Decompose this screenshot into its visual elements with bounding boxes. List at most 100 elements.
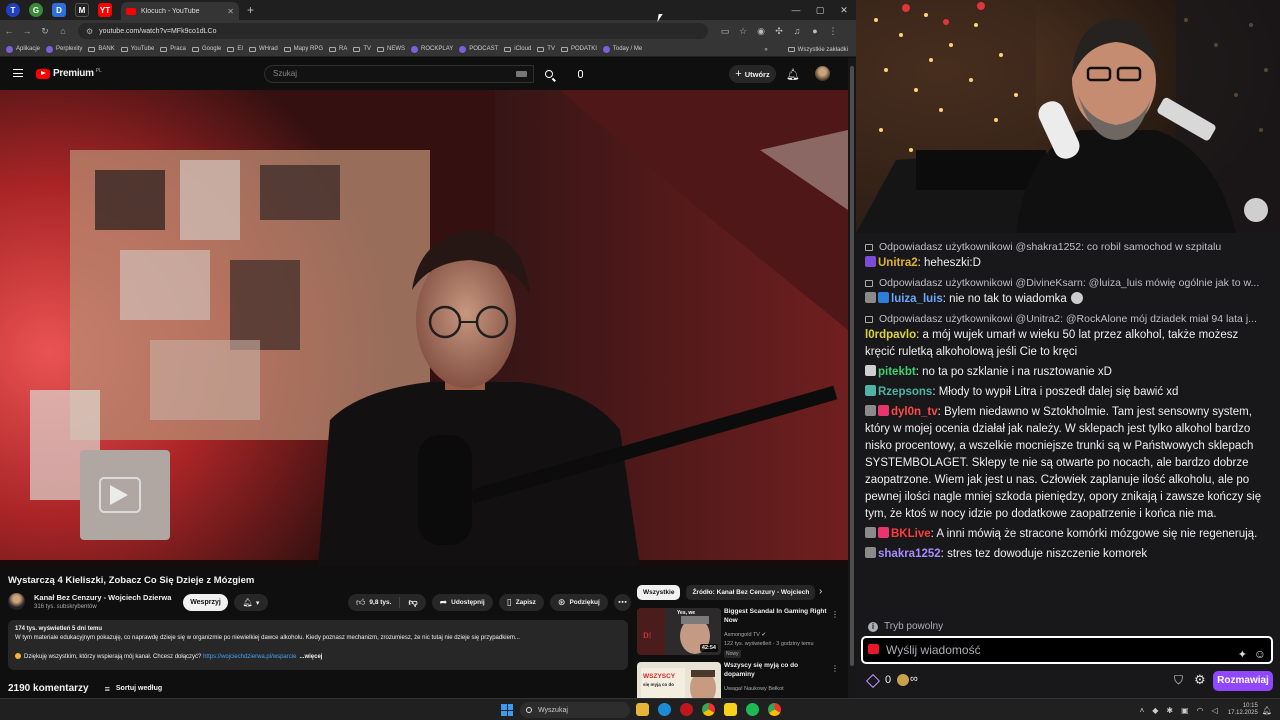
chrome-icon[interactable] [702, 703, 715, 716]
support-button[interactable]: Wesprzyj [183, 594, 228, 611]
bookmark-item[interactable]: iCloud [504, 46, 531, 52]
recommendation-title[interactable]: Wszyscy się myją co do dopaminy [724, 662, 828, 679]
voice-search-button[interactable] [570, 65, 590, 83]
search-input[interactable]: Szukaj [264, 65, 534, 83]
pinned-tab-5[interactable]: YT [98, 3, 112, 17]
chat-username[interactable]: shakra1252 [878, 548, 941, 560]
chat-message[interactable]: luiza_luis: nie no tak to wiadomka [856, 291, 1272, 308]
bookmark-item[interactable]: YouTube [120, 46, 154, 52]
recommendation-channel[interactable]: Uwaga! Naukowy Bełkot [724, 686, 784, 692]
bookmark-item[interactable]: TV [537, 46, 555, 52]
bookmark-item[interactable]: Today / Me [602, 45, 642, 53]
user-badge-icon[interactable] [865, 292, 876, 303]
youtube-logo[interactable]: Premium PL [36, 68, 102, 79]
chat-username[interactable]: luiza_luis [891, 293, 943, 305]
bookmark-item[interactable]: TV [353, 46, 371, 52]
bookmark-item[interactable]: NEWS [377, 46, 405, 52]
subscribed-bell-button[interactable]: 🔔︎ ▾ [234, 594, 268, 611]
extension-icon[interactable]: ◉ [752, 26, 770, 37]
chat-message[interactable]: pitekbt: no ta po szklanie i na rusztowa… [856, 364, 1272, 381]
bookmark-item[interactable]: Google [191, 46, 221, 52]
home-icon[interactable]: ⌂ [54, 26, 72, 36]
pinned-tab-4[interactable]: M [75, 3, 89, 17]
media-icon[interactable]: ♫ [788, 26, 806, 36]
shield-icon[interactable]: ⛉ [1174, 673, 1183, 688]
channel-points-icon[interactable] [865, 673, 881, 689]
chat-message[interactable]: shakra1252: stres tez dowoduje niszczeni… [856, 546, 1272, 563]
tab-youtube[interactable]: Klocuch - YouTube ✕ [121, 2, 239, 20]
puzzle-icon[interactable]: ✣ [770, 26, 788, 37]
support-link[interactable]: https://wojciechdzierwa.pl/wsparcie [203, 654, 296, 660]
chat-message[interactable]: BKLive: A inni mówią że stracone komórki… [856, 526, 1272, 543]
chat-username[interactable]: Rzepsons [878, 386, 932, 398]
site-info-icon[interactable]: ⚙ [86, 27, 93, 36]
hamburger-menu-icon[interactable] [13, 69, 23, 77]
bookmark-item[interactable]: WHrad [249, 46, 278, 52]
chat-message[interactable]: Unitra2: heheszki:D [856, 255, 1272, 272]
channel-name[interactable]: Kanał Bez Cenzury - Wojciech Dzierwa [34, 593, 171, 602]
cast-icon[interactable]: ▭ [716, 26, 734, 37]
user-badge-icon[interactable] [865, 365, 876, 376]
bookmark-item[interactable]: Praca [160, 46, 186, 52]
notifications-bell-icon[interactable]: 🔔︎ [785, 66, 801, 82]
notification-bell-icon[interactable]: 🔔︎ [1262, 706, 1272, 715]
chat-username[interactable]: BKLive [891, 528, 931, 540]
bookmark-item[interactable]: BANK [88, 46, 115, 52]
reload-icon[interactable]: ↻ [36, 26, 54, 37]
new-tab-button[interactable]: + [247, 3, 254, 17]
recommendation-thumbnail[interactable]: WSZYSCY się myją co do [637, 662, 721, 698]
gear-icon[interactable]: ⚙ [1194, 672, 1206, 688]
chevron-more-icon[interactable]: » [764, 47, 767, 53]
bookmark-item[interactable]: PODCAST [459, 45, 498, 53]
badge-selector-icon[interactable] [868, 644, 879, 654]
user-badge-icon[interactable] [865, 385, 876, 396]
bookmark-star-icon[interactable]: ☆ [734, 26, 752, 37]
opera-icon[interactable] [680, 703, 693, 716]
recommendation-title[interactable]: Biggest Scandal In Gaming Right Now [724, 608, 828, 625]
show-more-link[interactable]: ...więcej [299, 654, 322, 660]
user-badge-icon[interactable] [878, 292, 889, 303]
user-badge-icon[interactable] [865, 405, 876, 416]
address-bar[interactable]: ⚙ youtube.com/watch?v=MFk9co1dLCo [78, 23, 708, 39]
chip-all[interactable]: Wszystkie [637, 584, 681, 600]
bookmark-item[interactable]: PODATKI [560, 46, 597, 52]
user-badge-icon[interactable] [865, 527, 876, 538]
bits-coin-icon[interactable] [897, 674, 909, 686]
scrollbar-thumb[interactable] [850, 66, 854, 666]
maximize-icon[interactable]: ▢ [808, 0, 832, 20]
sort-button[interactable]: ≡ Sortuj według [105, 684, 163, 694]
chip-source[interactable]: Źródło: Kanał Bez Cenzury - Wojciech [686, 584, 816, 600]
channel-avatar[interactable] [8, 593, 25, 610]
like-button[interactable]: 👍︎ 9,8 tys. [348, 597, 401, 608]
more-actions-button[interactable]: ⋯ [613, 594, 631, 611]
chevron-right-icon[interactable]: › [819, 586, 822, 597]
bookmark-item[interactable]: RA [329, 46, 347, 52]
account-avatar[interactable] [815, 66, 830, 81]
video-player[interactable] [0, 90, 848, 566]
back-icon[interactable]: ← [0, 26, 18, 36]
nvidia-icon[interactable]: ▣ [1181, 706, 1189, 715]
bookmark-item[interactable]: Mapy RPG [283, 46, 323, 52]
dislike-button[interactable]: 👎︎ [400, 597, 425, 608]
volume-icon[interactable]: ◁ [1212, 706, 1218, 715]
chat-username[interactable]: l0rdpavlo [865, 329, 916, 341]
chat-message[interactable]: dyl0n_tv: Bylem niedawno w Sztokholmie. … [856, 404, 1272, 523]
chevron-up-icon[interactable]: ˄ [1140, 706, 1145, 715]
description-box[interactable]: 174 tys. wyświetleń 5 dni temu W tym mat… [8, 620, 628, 670]
spotify-icon[interactable] [746, 703, 759, 716]
thanks-button[interactable]: ⊛ Podziękuj [549, 594, 608, 611]
bluetooth-icon[interactable]: ✱ [1166, 706, 1173, 715]
bookmark-item[interactable]: EI [227, 46, 243, 52]
chat-message-input[interactable]: Wyślij wiadomość ✦ ☺ [861, 636, 1273, 664]
skull-emote-icon[interactable] [1070, 292, 1083, 304]
forward-icon[interactable]: → [18, 26, 36, 36]
chat-username[interactable]: Unitra2 [878, 257, 918, 269]
minimize-icon[interactable]: — [784, 0, 808, 20]
chat-message-list[interactable]: Odpowiadasz użytkownikowi @shakra1252: c… [856, 239, 1272, 619]
tray-app-icon[interactable]: ◆ [1152, 706, 1158, 715]
clock[interactable]: 10:15 17.12.2025 [1228, 703, 1258, 717]
edge-icon[interactable] [658, 703, 671, 716]
chat-username[interactable]: dyl0n_tv [891, 406, 938, 418]
user-badge-icon[interactable] [865, 256, 876, 267]
close-window-icon[interactable]: ✕ [832, 0, 856, 20]
